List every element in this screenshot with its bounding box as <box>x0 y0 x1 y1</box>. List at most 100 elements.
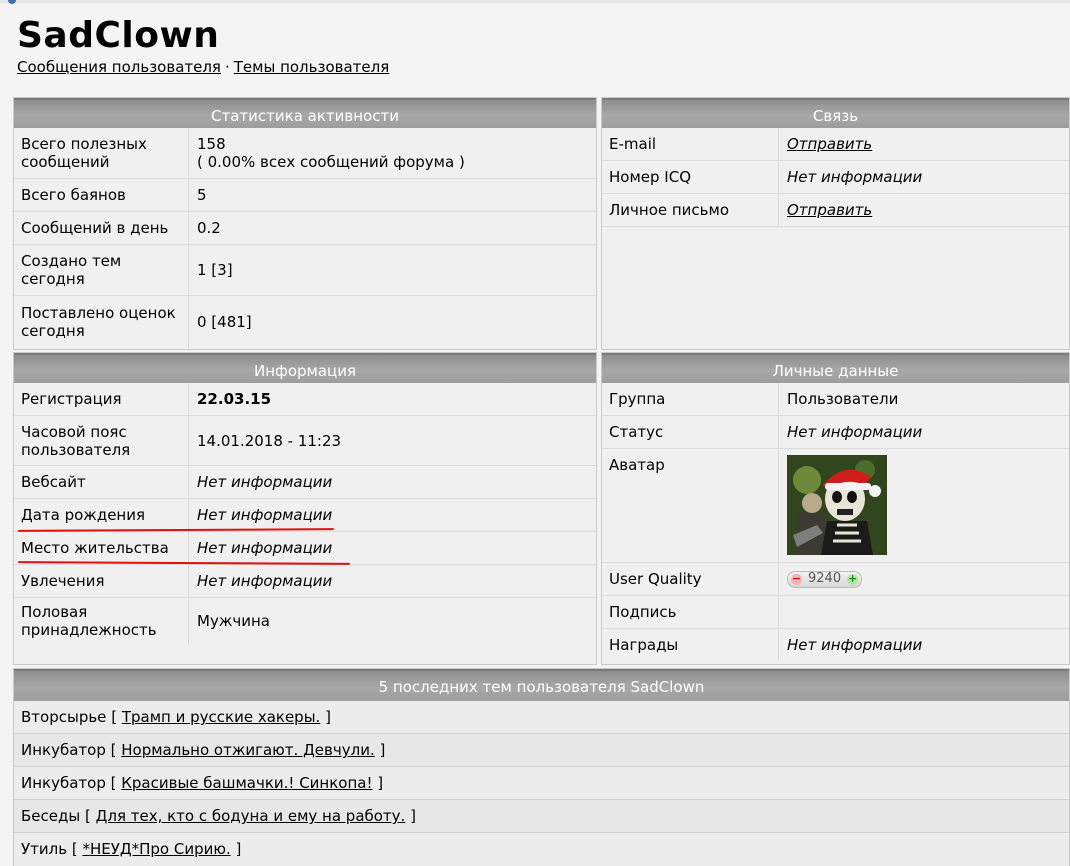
info-label: Вебсайт <box>14 466 189 498</box>
stat-value: 1 [3] <box>197 261 233 279</box>
personal-row: Награды Нет информации <box>602 629 1069 661</box>
contact-row: Номер ICQ Нет информации <box>602 161 1069 194</box>
topic-link[interactable]: Красивые башмачки.! Синкопа! <box>121 774 372 792</box>
contact-value: Отправить <box>779 128 1069 160</box>
avatar-label: Аватар <box>609 456 665 474</box>
stat-label: Сообщений в день <box>14 212 189 244</box>
contact-panel-title: Связь <box>602 98 1069 128</box>
info-label: Половая принадлежность <box>14 598 189 644</box>
info-value: Мужчина <box>197 612 270 630</box>
topic-link[interactable]: *НЕУД*Про Сирию. <box>82 840 230 858</box>
info-label: Место жительства <box>14 532 189 564</box>
avatar <box>787 455 887 555</box>
stat-value: 0.2 <box>197 219 221 237</box>
personal-value: Нет информации <box>787 636 923 654</box>
contact-label: Личное письмо <box>602 194 779 226</box>
user-topics-link[interactable]: Темы пользователя <box>234 58 390 76</box>
info-label: Дата рождения <box>14 499 189 531</box>
personal-row: Аватар <box>602 449 1069 563</box>
topic-link[interactable]: Для тех, кто с бодуна и ему на работу. <box>96 807 406 825</box>
stat-label: Поставлено оценок сегодня <box>14 296 189 348</box>
stat-row: Всего полезных сообщений 158 ( 0.00% все… <box>14 128 596 179</box>
list-item: Инкубатор [ Красивые башмачки.! Синкопа!… <box>14 767 1069 800</box>
posts-percent: ( 0.00% всех сообщений форума ) <box>197 153 465 171</box>
topic-section: Беседы <box>21 807 81 825</box>
info-row: Увлечения Нет информации <box>14 565 596 598</box>
user-quality-value: 9240 <box>808 571 842 586</box>
stat-value: 0 [481] <box>197 313 252 331</box>
stat-row: Всего баянов 5 <box>14 179 596 212</box>
bracket-close: ] <box>377 774 384 792</box>
contact-row: Личное письмо Отправить <box>602 194 1069 227</box>
avatar-skeleton-santa-icon <box>787 455 887 555</box>
bracket-open: [ <box>110 774 117 792</box>
activity-panel-title: Статистика активности <box>14 98 596 128</box>
send-pm-link[interactable]: Отправить <box>787 201 1069 219</box>
personal-panel-title: Личные данные <box>602 353 1069 383</box>
recent-topics-title: 5 последних тем пользователя SadClown <box>14 669 1069 701</box>
info-row: Часовой пояс пользователя 14.01.2018 - 1… <box>14 416 596 466</box>
bracket-open: [ <box>85 807 91 825</box>
bracket-open: [ <box>111 708 118 726</box>
bracket-open: [ <box>110 741 117 759</box>
topic-link[interactable]: Нормально отжигают. Девчули. <box>121 741 374 759</box>
info-row: Место жительства Нет информации <box>14 532 596 565</box>
personal-label: Подпись <box>602 596 779 628</box>
personal-label: Группа <box>602 383 779 415</box>
info-row: Регистрация 22.03.15 <box>14 383 596 416</box>
stat-value: 158 ( 0.00% всех сообщений форума ) <box>189 128 596 178</box>
personal-label: Статус <box>602 416 779 448</box>
personal-panel: Личные данные Группа Пользователи Статус… <box>601 352 1070 665</box>
contact-value: Нет информации <box>787 168 923 186</box>
stat-label: Всего полезных сообщений <box>14 128 189 178</box>
info-value: Нет информации <box>197 572 333 590</box>
topic-link[interactable]: Трамп и русские хакеры. <box>122 708 320 726</box>
topic-section: Вторсырье <box>21 708 107 726</box>
top-strip <box>0 0 1070 4</box>
contact-row: E-mail Отправить <box>602 128 1069 161</box>
bracket-open: [ <box>71 840 78 858</box>
list-item: Инкубатор [ Нормально отжигают. Девчули.… <box>14 734 1069 767</box>
personal-row: Подпись <box>602 596 1069 629</box>
stat-label: Создано тем сегодня <box>14 245 189 295</box>
stat-value: 5 <box>197 186 207 204</box>
contact-panel: Связь E-mail Отправить Номер ICQ Нет инф… <box>601 97 1070 350</box>
bracket-close: ] <box>235 840 242 858</box>
total-posts-value: 158 <box>197 135 226 153</box>
info-value: 22.03.15 <box>197 390 272 408</box>
recent-topics-list: Вторсырье [ Трамп и русские хакеры. ] Ин… <box>14 701 1069 866</box>
list-item: Вторсырье [ Трамп и русские хакеры. ] <box>14 701 1069 734</box>
contact-value: Отправить <box>779 194 1069 226</box>
link-separator: · <box>224 58 230 76</box>
user-quality-badge: − 9240 + <box>787 570 863 588</box>
bracket-close: ] <box>325 708 331 726</box>
personal-row: User Quality − 9240 + <box>602 563 1069 596</box>
activity-panel: Статистика активности Всего полезных соо… <box>13 97 597 350</box>
personal-value: Нет информации <box>787 423 923 441</box>
logo-dot-icon <box>8 0 16 4</box>
personal-value <box>779 449 1069 562</box>
info-value: 14.01.2018 - 11:23 <box>197 431 342 450</box>
info-panel: Информация Регистрация 22.03.15 Часовой … <box>13 352 597 665</box>
info-label: Часовой пояс пользователя <box>14 416 189 465</box>
personal-row: Группа Пользователи <box>602 383 1069 416</box>
contact-label: Номер ICQ <box>602 161 779 193</box>
bracket-close: ] <box>410 807 416 825</box>
page-title: SadClown <box>17 15 220 56</box>
rate-up-icon[interactable]: + <box>847 573 859 585</box>
stat-row: Сообщений в день 0.2 <box>14 212 596 245</box>
info-panel-title: Информация <box>14 353 596 383</box>
rate-down-icon[interactable]: − <box>791 573 802 585</box>
send-email-link[interactable]: Отправить <box>787 135 1069 153</box>
personal-value <box>779 596 1069 628</box>
personal-label: Аватар <box>602 449 779 562</box>
bracket-close: ] <box>379 741 386 759</box>
list-item: Беседы [ Для тех, кто с бодуна и ему на … <box>14 800 1069 833</box>
personal-value: − 9240 + <box>779 563 1069 595</box>
stat-label: Всего баянов <box>14 179 189 211</box>
info-row: Половая принадлежность Мужчина <box>14 598 596 644</box>
list-item: Утиль [ *НЕУД*Про Сирию. ] <box>14 833 1069 866</box>
topic-section: Утиль <box>21 840 68 858</box>
user-posts-link[interactable]: Сообщения пользователя <box>17 58 221 76</box>
info-value: Нет информации <box>197 473 333 491</box>
